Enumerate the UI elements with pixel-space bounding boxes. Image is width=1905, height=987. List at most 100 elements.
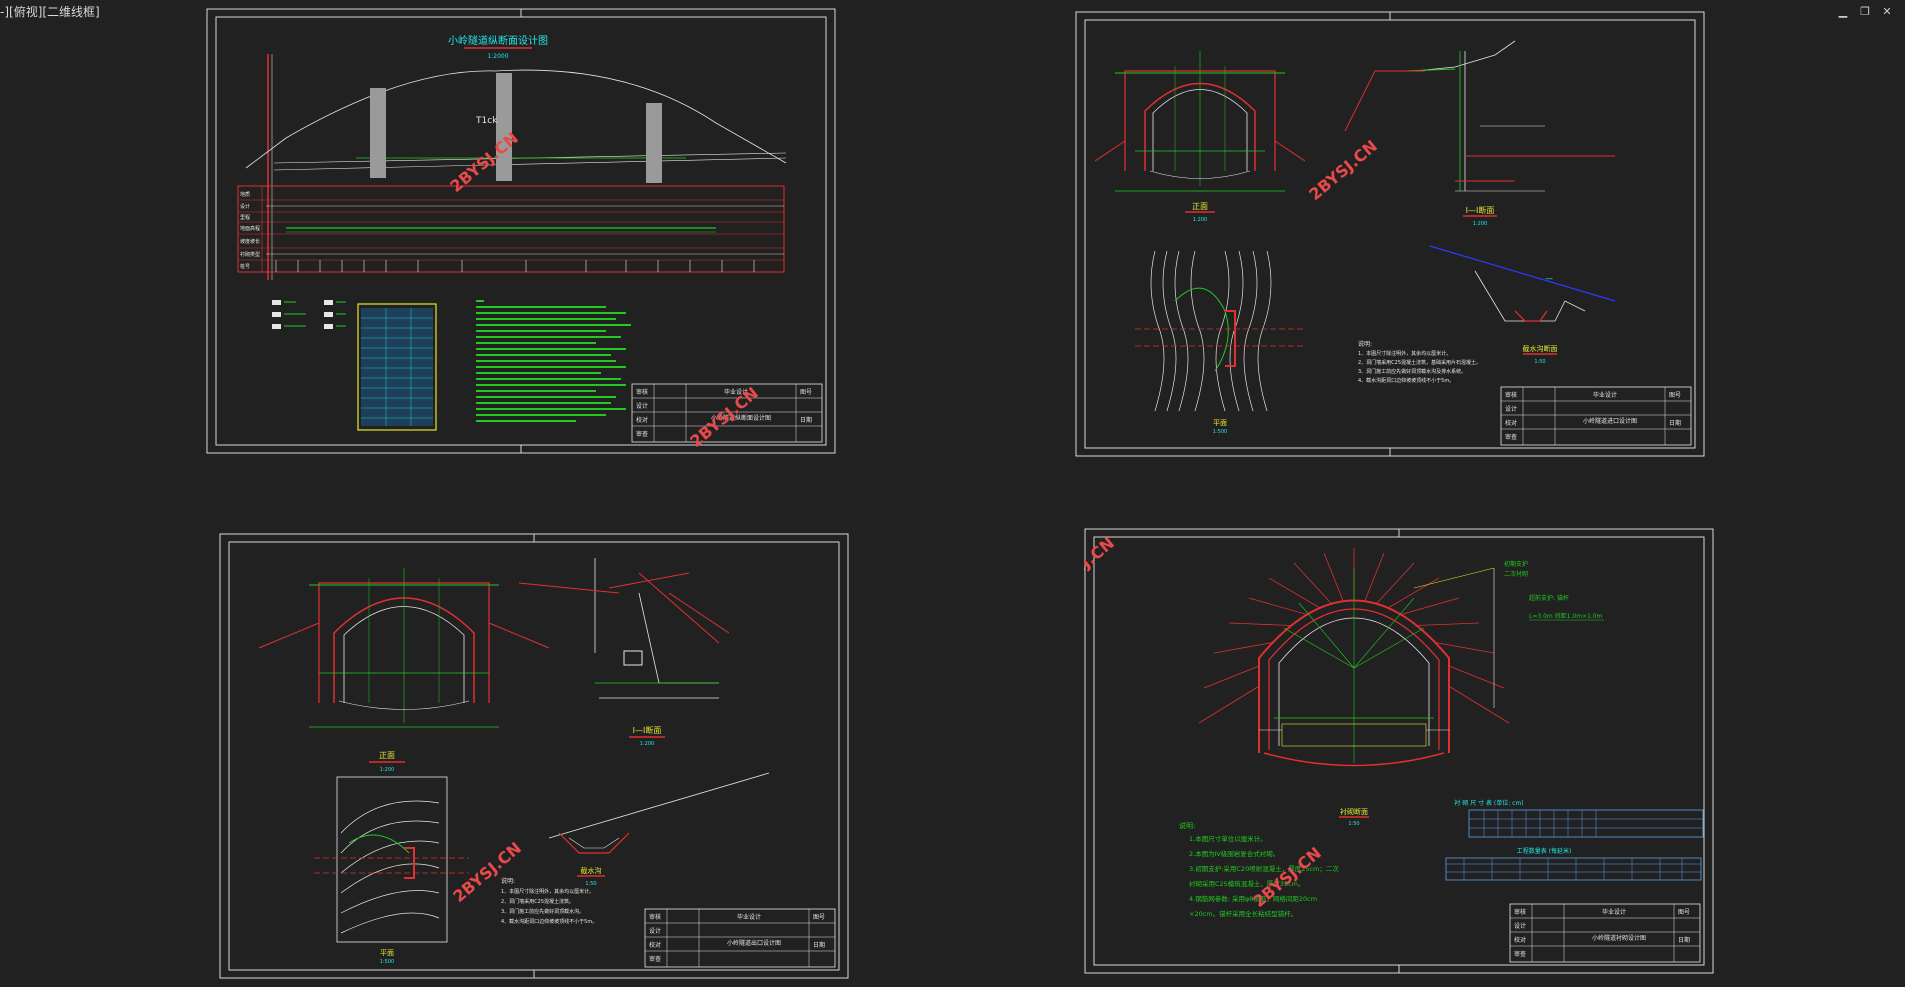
profile-title: 小岭隧道纵断面设计图 xyxy=(448,34,548,47)
lining-section-label: 衬砌断面 xyxy=(1340,807,1368,816)
tb-cell: 图号 xyxy=(800,389,812,396)
lining-table1 xyxy=(1468,809,1704,838)
portal-section-label: Ⅰ—Ⅰ断面 xyxy=(1466,205,1495,215)
viewport-label[interactable]: -][俯视][二维线框] xyxy=(0,3,100,20)
svg-text:日期: 日期 xyxy=(813,941,825,949)
svg-text:4、截水沟距洞口边仰坡坡顶线不小于5m。: 4、截水沟距洞口边仰坡坡顶线不小于5m。 xyxy=(501,918,597,925)
exit-title-block: 审核 设计 校对 审查 图号 日期 毕业设计 小岭隧道出口设计图 xyxy=(644,908,836,968)
ditch-label: 截水沟断面 xyxy=(1523,344,1558,353)
svg-text:日期: 日期 xyxy=(1678,936,1690,944)
svg-text:校对: 校对 xyxy=(1505,419,1517,427)
tb-cell: 日期 xyxy=(800,416,812,424)
svg-text:×20cm。锚杆采用全长粘结型锚杆。: ×20cm。锚杆采用全长粘结型锚杆。 xyxy=(1189,909,1297,918)
svg-text:日期: 日期 xyxy=(1669,419,1681,427)
profile-row-label: 地面高程 xyxy=(240,225,260,232)
svg-text:毕业设计: 毕业设计 xyxy=(1602,908,1626,916)
tb-cell: 校对 xyxy=(636,416,648,424)
svg-text:3.初期支护:采用C20喷射混凝土，厚度25cm；二次: 3.初期支护:采用C20喷射混凝土，厚度25cm；二次 xyxy=(1189,864,1339,873)
close-icon[interactable]: ✕ xyxy=(1879,5,1895,19)
svg-text:1.本图尺寸单位以厘米计。: 1.本图尺寸单位以厘米计。 xyxy=(1189,834,1267,843)
ditch-scale: 1:50 xyxy=(1534,359,1545,365)
exit-section-label: Ⅰ—Ⅰ断面 xyxy=(633,725,662,735)
portal-front-label: 正面 xyxy=(1192,202,1208,211)
svg-text:小岭隧道衬砌设计图: 小岭隧道衬砌设计图 xyxy=(1592,934,1646,942)
svg-text:设计: 设计 xyxy=(1514,922,1526,930)
ditch-section: — xyxy=(1429,245,1616,322)
svg-text:校对: 校对 xyxy=(1514,936,1526,944)
svg-text:1、本图尺寸除注明外，其余均以厘米计。: 1、本图尺寸除注明外，其余均以厘米计。 xyxy=(501,888,594,895)
tb-cell: 设计 xyxy=(636,402,648,410)
svg-text:毕业设计: 毕业设计 xyxy=(1593,391,1617,399)
profile-row-label: 衬砌类型 xyxy=(240,251,260,258)
portal-title-block: 审核 设计 校对 审查 图号 日期 毕业设计 小岭隧道进口设计图 xyxy=(1500,386,1692,446)
exit-front-scale: 1:200 xyxy=(380,767,394,773)
svg-text:2、洞门墙采用C25混凝土浇筑，基础采用片石混凝土。: 2、洞门墙采用C25混凝土浇筑，基础采用片石混凝土。 xyxy=(1358,359,1481,366)
watermark: 2BYSJ.CN xyxy=(1305,136,1381,204)
svg-text:校对: 校对 xyxy=(649,941,661,949)
svg-text:图号: 图号 xyxy=(1669,392,1681,399)
portal-front-scale: 1:200 xyxy=(1193,217,1207,223)
lining-title-block: 审核 设计 校对 审查 图号 日期 毕业设计 小岭隧道衬砌设计图 xyxy=(1509,903,1701,963)
exit-ditch xyxy=(548,772,770,854)
exit-ditch-scale: 1:50 xyxy=(585,881,596,887)
exit-section-view xyxy=(518,558,730,699)
portal-notes: 说明: 1、本图尺寸除注明外，其余均以厘米计。 2、洞门墙采用C25混凝土浇筑，… xyxy=(1358,340,1481,384)
sheet-portal-exit[interactable]: 正面 1:200 Ⅰ—Ⅰ断面 1:200 平面 1:500 截水沟 1:50 说… xyxy=(219,533,849,979)
svg-text:审查: 审查 xyxy=(1514,950,1526,958)
svg-text:1、本图尺寸除注明外，其余均以厘米计。: 1、本图尺寸除注明外，其余均以厘米计。 xyxy=(1358,350,1451,357)
svg-text:审查: 审查 xyxy=(649,955,661,963)
legend xyxy=(272,300,346,329)
profile-mark: T1ck xyxy=(475,116,498,126)
restore-icon[interactable]: ❐ xyxy=(1857,5,1873,19)
portal-plan-scale: 1:500 xyxy=(1213,429,1227,435)
sheet-profile[interactable]: 小岭隧道纵断面设计图 1:2000 T1ck 地质 设计 里程 地面高程 坡度坡… xyxy=(206,8,836,454)
watermark: 2BYSJ.CN xyxy=(1084,533,1118,601)
svg-text:毕业设计: 毕业设计 xyxy=(737,913,761,921)
svg-text:3、洞门施工前应先做好洞顶截水沟及排水系统。: 3、洞门施工前应先做好洞顶截水沟及排水系统。 xyxy=(1358,368,1466,375)
minimize-icon[interactable]: ▁ xyxy=(1835,5,1851,19)
svg-text:2.本图为Ⅳ级围岩复合式衬砌。: 2.本图为Ⅳ级围岩复合式衬砌。 xyxy=(1189,849,1279,858)
svg-text:图号: 图号 xyxy=(813,914,825,921)
profile-row-label: 桩号 xyxy=(240,263,250,270)
svg-text:2、洞门墙采用C25混凝土浇筑。: 2、洞门墙采用C25混凝土浇筑。 xyxy=(501,898,574,905)
lining-table2-title: 工程数量表 (每延米) xyxy=(1517,847,1572,855)
svg-text:说明:: 说明: xyxy=(501,877,515,885)
svg-text:设计: 设计 xyxy=(1505,405,1517,413)
lining-table1-title: 衬 砌 尺 寸 表 (单位: cm) xyxy=(1454,799,1523,807)
svg-text:说明:: 说明: xyxy=(1179,821,1195,830)
lining-table2 xyxy=(1445,857,1702,881)
svg-text:小岭隧道出口设计图: 小岭隧道出口设计图 xyxy=(727,939,781,947)
lining-label-b: 二次衬砌 xyxy=(1504,570,1528,578)
exit-plan-view xyxy=(314,776,469,943)
svg-text:说明:: 说明: xyxy=(1358,340,1372,348)
svg-text:审查: 审查 xyxy=(1505,433,1517,441)
watermark: 2BYSJ.CN xyxy=(449,838,525,906)
exit-front-label: 正面 xyxy=(379,751,395,760)
svg-text:—: — xyxy=(1545,274,1553,283)
tb-cell: 审查 xyxy=(636,430,648,438)
lining-section xyxy=(1198,548,1510,767)
svg-text:审核: 审核 xyxy=(1514,908,1526,916)
exit-section-scale: 1:200 xyxy=(640,741,654,747)
lining-label-c: 超前支护: 锚杆 xyxy=(1529,594,1569,602)
profile-row-label: 坡度坡长 xyxy=(240,238,260,245)
sheet-lining[interactable]: 初期支护 二次衬砌 超前支护: 锚杆 L=3.0m 间距1.0m×1.0m 衬砌… xyxy=(1084,528,1714,974)
svg-text:审核: 审核 xyxy=(1505,391,1517,399)
portal-plan-label: 平面 xyxy=(1213,419,1227,427)
svg-text:小岭隧道进口设计图: 小岭隧道进口设计图 xyxy=(1583,417,1637,425)
profile-row-label: 设计 xyxy=(240,203,250,210)
svg-text:4、截水沟距洞口边仰坡坡顶线不小于5m。: 4、截水沟距洞口边仰坡坡顶线不小于5m。 xyxy=(1358,377,1454,384)
profile-row-label: 里程 xyxy=(240,214,250,221)
exit-ditch-label: 截水沟 xyxy=(581,866,602,875)
sheet-portal-entrance[interactable]: 正面 1:200 Ⅰ—Ⅰ断面 1:200 平面 1:500 — 截水沟断面 1:… xyxy=(1075,11,1705,457)
portal-plan-view xyxy=(1135,250,1305,412)
profile-row-label: 地质 xyxy=(240,191,250,198)
exit-front-view xyxy=(258,568,550,728)
svg-text:3、洞门施工前应先做好洞顶截水沟。: 3、洞门施工前应先做好洞顶截水沟。 xyxy=(501,908,584,915)
window-controls: ▁ ❐ ✕ xyxy=(1835,5,1895,19)
lining-label-a: 初期支护 xyxy=(1504,560,1528,568)
svg-text:审核: 审核 xyxy=(649,913,661,921)
portal-section-view xyxy=(1344,40,1615,192)
exit-notes: 说明: 1、本图尺寸除注明外，其余均以厘米计。 2、洞门墙采用C25混凝土浇筑。… xyxy=(501,877,597,925)
exit-plan-label: 平面 xyxy=(380,949,394,957)
